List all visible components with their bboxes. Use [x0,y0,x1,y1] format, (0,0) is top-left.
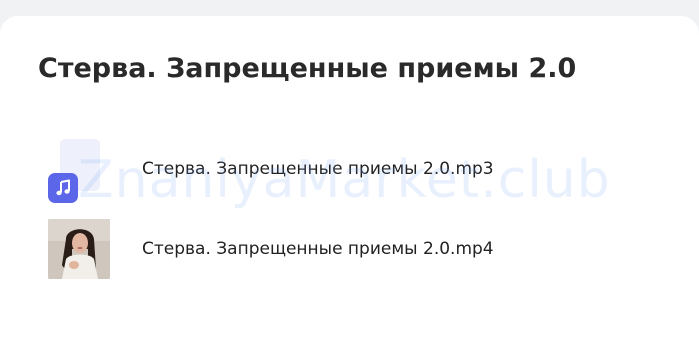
video-file-thumbnail [48,219,110,279]
file-name-video: Стерва. Запрещенные приемы 2.0.mp4 [142,239,494,259]
file-item-audio[interactable]: Стерва. Запрещенные приемы 2.0.mp3 [48,139,608,203]
files-panel: Стерва. Запрещенные приемы 2.0 Стерва. З… [0,16,699,344]
audio-file-thumbnail [48,139,108,203]
file-name-audio: Стерва. Запрещенные приемы 2.0.mp3 [142,159,494,179]
file-item-video[interactable]: Стерва. Запрещенные приемы 2.0.mp4 [48,219,608,279]
video-thumbnail-image [48,219,110,279]
music-note-icon [48,173,78,203]
page-title: Стерва. Запрещенные приемы 2.0 [38,53,577,84]
